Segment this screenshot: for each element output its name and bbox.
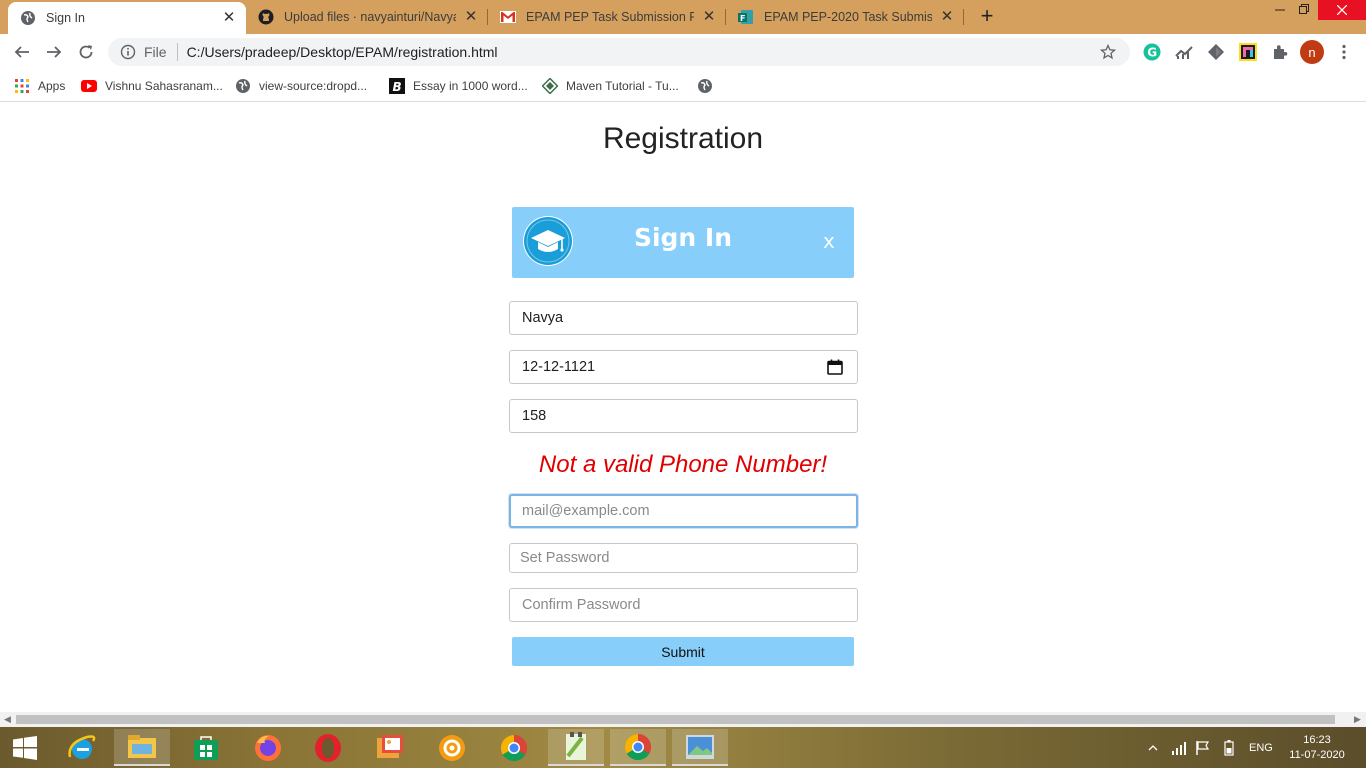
tab-title: EPAM PEP-2020 Task Submission [764,10,932,24]
github-icon [258,9,274,25]
clock-time: 16:23 [1303,734,1331,746]
browser-toolbar: File C:/Users/pradeep/Desktop/EPAM/regis… [0,34,1366,70]
phone-input[interactable]: 158 [509,399,858,433]
bookmark-label: Essay in 1000 word... [413,79,528,93]
bookmark-label: view-source:dropd... [259,79,368,93]
puzzle-extensions-icon[interactable] [1270,42,1290,62]
url-scheme-label: File [144,44,167,60]
tab-close-button[interactable]: ✕ [938,8,956,26]
tab-epam-pep-form[interactable]: EPAM PEP Task Submission Form ✕ [488,0,726,34]
notepad-plus-icon[interactable] [548,729,604,766]
close-form-button[interactable]: x [823,229,835,253]
restore-button[interactable] [1290,0,1318,20]
reload-button[interactable] [74,40,98,64]
window-close-button[interactable] [1318,0,1366,20]
menu-kebab-icon[interactable] [1334,42,1354,62]
profile-avatar[interactable]: n [1300,40,1324,64]
chrome-icon[interactable] [610,729,666,766]
network-icon[interactable] [1172,727,1188,768]
file-explorer-icon[interactable] [114,729,170,766]
date-value: 12-12-1121 [522,359,596,375]
bookmark-label: Apps [38,79,66,93]
battery-icon[interactable] [1224,727,1234,768]
horizontal-scrollbar[interactable]: ◀ ▶ [0,712,1366,727]
language-indicator[interactable]: ENG [1249,727,1273,768]
svg-text:G: G [1147,46,1157,60]
opera-icon[interactable] [300,729,356,766]
show-hidden-icons-icon[interactable] [1148,727,1158,768]
tab-title: EPAM PEP Task Submission Form [526,10,694,24]
tab-title: Upload files · navyainturi/Navyalnt [284,10,456,24]
tab-close-button[interactable]: ✕ [220,9,238,27]
info-icon[interactable] [120,44,136,60]
tab-title: Sign In [46,11,85,25]
bookmark-maven[interactable]: Maven Tutorial - Tu... [542,76,679,96]
notion-extension-icon[interactable] [1238,42,1258,62]
sign-in-heading: Sign In [633,223,733,252]
email-input[interactable]: mail@example.com [509,494,858,528]
bookmark-label: Maven Tutorial - Tu... [566,79,679,93]
set-password-input[interactable]: Set Password [509,543,858,573]
chrome-icon[interactable] [486,729,542,766]
tab-strip: Sign In ✕ Upload files · navyainturi/Nav… [0,0,1366,34]
flag-notification-icon[interactable] [1196,727,1210,768]
bookmarks-bar: Apps Vishnu Sahasranam... view-source:dr… [0,70,1366,102]
firefox-icon[interactable] [240,729,296,766]
analytics-icon[interactable] [1174,42,1194,62]
store-icon[interactable] [178,729,234,766]
apps-grid-icon [14,78,30,94]
globe-icon [20,10,36,26]
bookmark-view-source[interactable]: view-source:dropd... [235,76,367,96]
bookmark-label: Vishnu Sahasranam... [105,79,223,93]
tab-close-button[interactable]: ✕ [462,8,480,26]
tab-epam-pep-2020[interactable]: F EPAM PEP-2020 Task Submission ✕ [726,0,964,34]
bookmark-star-icon[interactable] [1094,42,1122,62]
windows-start-icon[interactable] [0,729,50,766]
svg-text:B: B [393,80,402,94]
bookmark-vishnu[interactable]: Vishnu Sahasranam... [81,76,223,96]
address-bar[interactable]: File C:/Users/pradeep/Desktop/EPAM/regis… [108,38,1130,66]
internet-explorer-icon[interactable] [54,729,110,766]
maven-icon [542,78,558,94]
scroll-left-arrow-icon[interactable]: ◀ [4,714,11,725]
photos-icon[interactable] [362,729,418,766]
new-tab-button[interactable]: + [975,5,999,29]
system-clock[interactable]: 16:23 11-07-2020 [1286,733,1348,763]
url-text[interactable]: C:/Users/pradeep/Desktop/EPAM/registrati… [187,44,1094,60]
tab-close-button[interactable]: ✕ [700,8,718,26]
forward-button[interactable] [42,40,66,64]
gmail-icon [500,9,516,25]
submit-button[interactable]: Submit [512,637,854,666]
forms-icon: F [738,9,754,25]
page-title: Registration [602,122,764,155]
tab-sign-in[interactable]: Sign In ✕ [8,2,246,34]
grammarly-icon[interactable]: G [1142,42,1162,62]
bookmark-b-icon: B [389,78,405,94]
globe-icon [235,78,251,94]
tab-upload-files[interactable]: Upload files · navyainturi/Navyalnt ✕ [246,0,488,34]
photo-viewer-icon[interactable] [672,729,728,766]
phone-error-message: Not a valid Phone Number! [538,451,828,478]
name-input[interactable]: Navya [509,301,858,335]
scrollbar-thumb[interactable] [16,715,1335,724]
bookmark-essay[interactable]: B Essay in 1000 word... [389,76,528,96]
clock-date: 11-07-2020 [1289,749,1345,761]
youtube-icon [81,78,97,94]
globe-icon [697,78,713,94]
calendar-icon[interactable] [827,359,843,375]
settings-icon[interactable] [424,729,480,766]
date-input[interactable]: 12-12-1121 [509,350,858,384]
scroll-right-arrow-icon[interactable]: ▶ [1354,714,1361,725]
bookmark-globe[interactable] [697,76,721,96]
sign-in-header: Sign In x [512,207,854,278]
svg-text:F: F [740,14,745,23]
bookmark-apps[interactable]: Apps [14,76,65,96]
back-button[interactable] [10,40,34,64]
layers-extension-icon[interactable] [1206,42,1226,62]
windows-taskbar: ENG 16:23 11-07-2020 [0,727,1366,768]
page-content: Registration Sign In x Navya 12-12-1121 … [0,103,1366,712]
confirm-password-input[interactable]: Confirm Password [509,588,858,622]
